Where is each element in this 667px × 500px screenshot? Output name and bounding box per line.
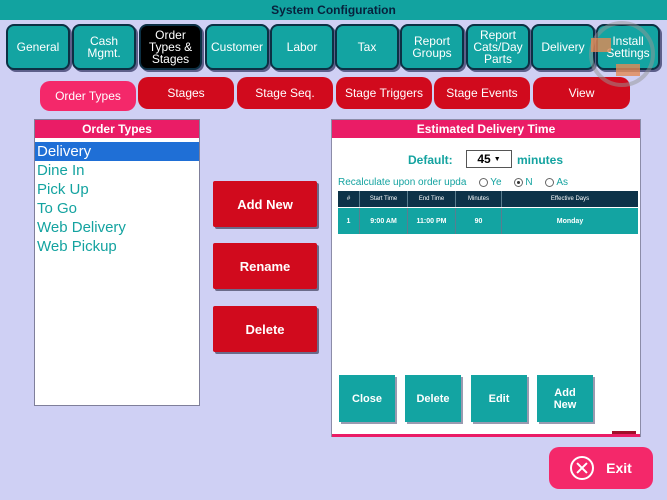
order-type-item[interactable]: Dine In [35,161,199,180]
subtab-label: Stage Events [446,86,518,100]
subtab-stages[interactable]: Stages [138,77,234,109]
order-type-item[interactable]: To Go [35,199,199,218]
tab-label: Delivery [541,40,585,54]
tab-general[interactable]: General [6,24,70,70]
tab-delivery[interactable]: Delivery [531,24,595,70]
cell-start-time: 9:00 AM [360,208,408,234]
cursor-marker [616,64,640,76]
subtab-label: Stages [167,86,205,100]
tab-label: Report Groups [412,34,452,60]
subtab-stage-events[interactable]: Stage Events [434,77,530,109]
column-header: Minutes [456,191,502,207]
exit-label: Exit [606,460,632,476]
panel-bottom-bar [332,434,640,437]
estimated-delivery-header: Estimated Delivery Time [332,120,640,138]
close-circle-icon [570,456,595,480]
sub-tabs: Order Types Stages Stage Seq. Stage Trig… [40,77,640,113]
default-minutes-select[interactable]: 45 ▼ [466,150,512,168]
subtab-order-types[interactable]: Order Types [40,81,136,111]
column-header: End Time [408,191,456,207]
chevron-down-icon: ▼ [493,155,501,163]
subtab-stage-triggers[interactable]: Stage Triggers [336,77,432,109]
recalc-no-radio[interactable] [514,177,524,187]
tab-label: Cash Mgmt. [87,34,121,60]
cell-end-time: 11:00 PM [408,208,456,234]
panel-corner-mark [612,431,636,434]
cursor-highlight [589,21,655,87]
column-header: Start Time [360,191,408,207]
order-types-header: Order Types [35,120,199,138]
recalc-row: Recalculate upon order upda Ye N As [338,177,568,188]
order-type-item[interactable]: Web Pickup [35,237,199,256]
order-type-item[interactable]: Delivery [35,142,199,161]
recalc-as-radio[interactable] [545,177,555,187]
subtab-label: Order Types [55,89,121,103]
default-label: Default: [408,153,453,167]
window-title: System Configuration [0,0,667,20]
recalc-label: Recalculate upon order upda [338,177,467,188]
default-minutes-value: 45 [477,152,491,166]
cell-minutes: 90 [456,208,502,234]
order-types-list: Delivery Dine In Pick Up To Go Web Deliv… [35,142,199,256]
tab-label: Tax [357,40,377,54]
tab-label: Order Types & Stages [148,28,193,66]
subtab-stage-seq[interactable]: Stage Seq. [237,77,333,109]
tab-report-groups[interactable]: Report Groups [400,24,464,70]
cell-effective-days: Monday [556,217,584,225]
add-new-button[interactable]: Add New [213,181,317,227]
column-header: # [338,191,360,207]
rename-button[interactable]: Rename [213,243,317,289]
edit-button[interactable]: Edit [471,375,527,422]
order-type-item[interactable]: Web Delivery [35,218,199,237]
tab-report-cats-day-parts[interactable]: Report Cats/Day Parts [466,24,530,70]
tab-customer[interactable]: Customer [205,24,269,70]
recalc-yes-radio[interactable] [479,177,489,187]
column-header: Effective Days [550,196,590,202]
recalc-option-label: N [525,177,533,188]
tab-order-types-stages[interactable]: Order Types & Stages [139,24,202,70]
subtab-label: Stage Triggers [344,86,424,100]
tab-label: Customer [210,40,263,54]
recalc-option-label: As [556,177,569,188]
subtab-label: Stage Seq. [255,86,315,100]
exit-button[interactable]: Exit [549,447,653,489]
schedule-table-header: # Start Time End Time Minutes Effective … [338,191,638,207]
table-row[interactable]: 1 9:00 AM 11:00 PM 90 Monday [338,208,638,234]
minutes-label: minutes [517,153,564,167]
tab-labor[interactable]: Labor [270,24,334,70]
tab-tax[interactable]: Tax [335,24,399,70]
cursor-marker [591,38,611,52]
estimated-delivery-panel: Estimated Delivery Time Default: 45 ▼ mi… [331,119,641,437]
tab-label: General [16,40,60,54]
order-types-panel: Order Types Delivery Dine In Pick Up To … [34,119,200,406]
add-new-schedule-button[interactable]: Add New [537,375,593,422]
recalc-option-label: Ye [490,177,502,188]
delete-schedule-button[interactable]: Delete [405,375,461,422]
top-tabs: General Cash Mgmt. Order Types & Stages … [6,24,661,72]
tab-label: Report Cats/Day Parts [473,28,523,66]
subtab-label: View [568,86,595,100]
order-type-item[interactable]: Pick Up [35,180,199,199]
tab-cash-mgmt[interactable]: Cash Mgmt. [72,24,136,70]
delete-button[interactable]: Delete [213,306,317,352]
close-button[interactable]: Close [339,375,395,422]
cell-num: 1 [338,208,360,234]
tab-label: Labor [286,40,318,54]
